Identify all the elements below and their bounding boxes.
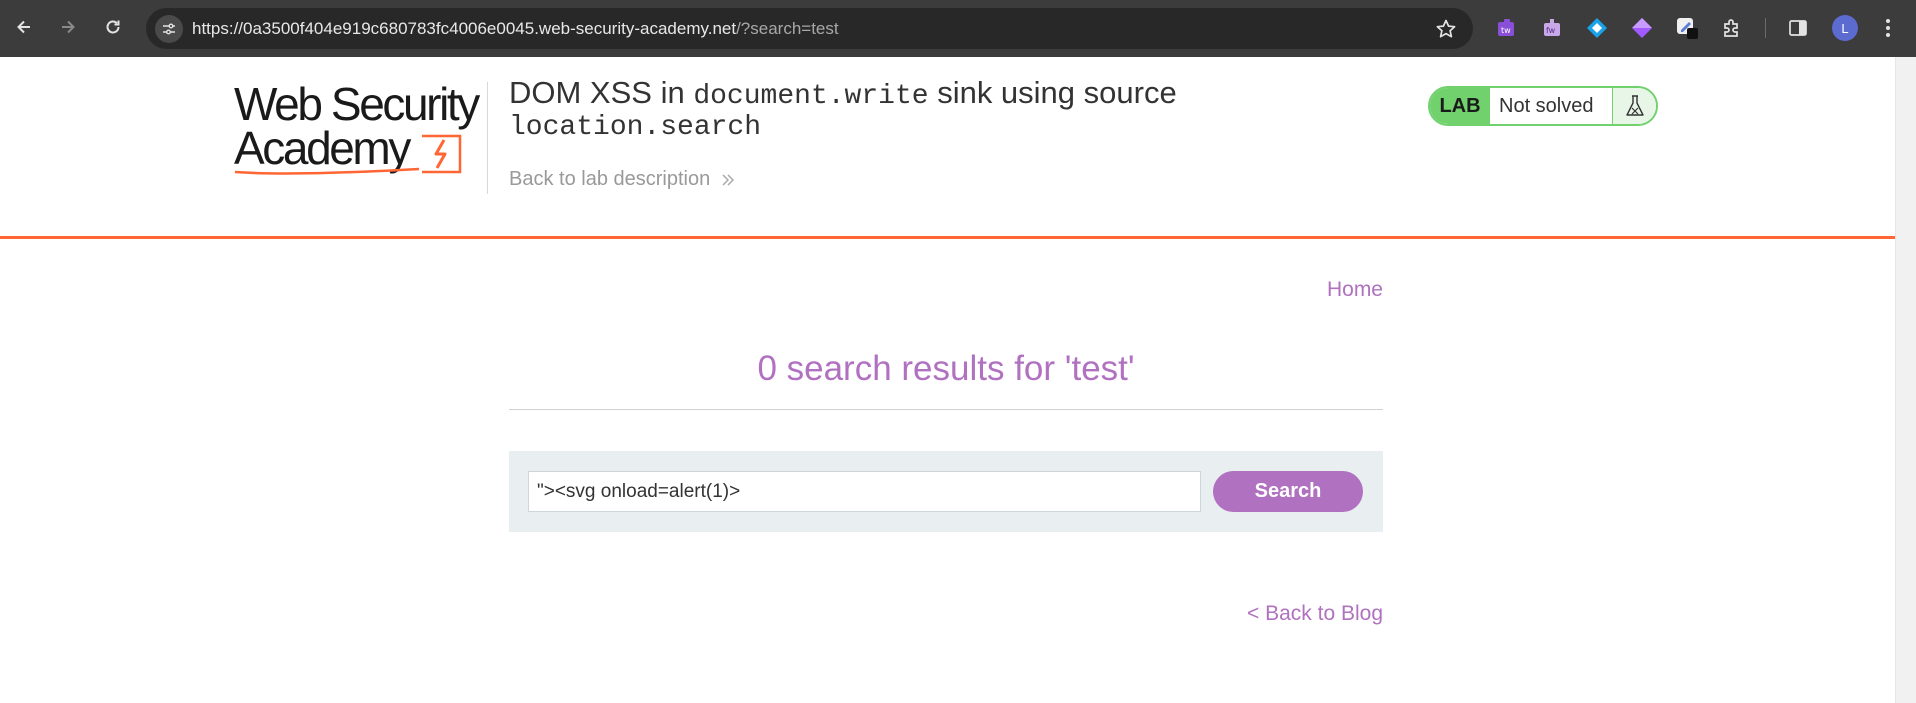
lab-header: Web Security Academy DOM XSS in document…: [0, 57, 1895, 239]
fw-extension-icon[interactable]: fw: [1540, 16, 1564, 40]
browser-toolbar: https://0a3500f404e919c680783fc4006e0045…: [0, 0, 1916, 57]
back-to-blog-link[interactable]: < Back to Blog: [1247, 602, 1383, 626]
title-code-2: location.search: [509, 112, 762, 143]
double-chevron-right-icon: [722, 173, 735, 186]
web-security-academy-logo[interactable]: Web Security Academy: [234, 78, 480, 175]
site-info-icon[interactable]: [155, 15, 183, 43]
search-form: "><svg onload=alert(1)> Search: [509, 451, 1383, 532]
search-results-heading: 0 search results for 'test': [757, 349, 1135, 388]
lab-badge-label: LAB: [1430, 88, 1490, 124]
flask-icon: [1612, 88, 1656, 124]
lab-status-badge: LAB Not solved: [1428, 86, 1658, 126]
bookmark-star-icon[interactable]: [1435, 18, 1457, 45]
address-bar[interactable]: https://0a3500f404e919c680783fc4006e0045…: [146, 8, 1473, 49]
header-divider: [487, 82, 488, 194]
page-content: Web Security Academy DOM XSS in document…: [0, 57, 1895, 703]
tw-extension-icon[interactable]: tw: [1495, 16, 1519, 40]
kebab-menu-icon[interactable]: [1876, 16, 1900, 40]
svg-text:fw: fw: [1546, 26, 1556, 35]
purple-diamond-extension-icon[interactable]: [1630, 16, 1654, 40]
title-text-2: sink using source: [928, 75, 1177, 110]
search-input[interactable]: "><svg onload=alert(1)>: [528, 471, 1201, 512]
url-host: https://0a3500f404e919c680783fc4006e0045…: [192, 19, 737, 38]
title-code-1: document.write: [693, 81, 929, 112]
lab-title: DOM XSS in document.write sink using sou…: [509, 77, 1177, 143]
diamond-extension-icon[interactable]: [1585, 16, 1609, 40]
back-arrow-icon[interactable]: [10, 13, 38, 41]
url-text[interactable]: https://0a3500f404e919c680783fc4006e0045…: [192, 19, 839, 39]
home-link[interactable]: Home: [1327, 278, 1383, 302]
forward-arrow-icon[interactable]: [54, 13, 82, 41]
search-button[interactable]: Search: [1213, 471, 1363, 512]
profile-avatar[interactable]: L: [1832, 15, 1858, 41]
back-to-lab-description-label: Back to lab description: [509, 168, 711, 190]
url-path: /?search=test: [736, 19, 839, 38]
puzzle-extensions-icon[interactable]: [1720, 16, 1744, 40]
side-panel-icon[interactable]: [1786, 16, 1810, 40]
title-text-1: DOM XSS in: [509, 75, 694, 110]
logo-lightning-icon: [422, 134, 462, 174]
reload-icon[interactable]: [99, 13, 127, 41]
lab-status-text: Not solved: [1499, 94, 1594, 117]
svg-text:tw: tw: [1501, 26, 1511, 35]
results-divider: [509, 409, 1383, 410]
toolbar-divider: [1765, 18, 1766, 38]
page-scrollbar[interactable]: [1895, 57, 1916, 703]
pen-extension-icon[interactable]: [1675, 16, 1699, 40]
logo-line-1: Web Security: [234, 78, 480, 130]
back-to-lab-description-link[interactable]: Back to lab description: [509, 168, 736, 191]
